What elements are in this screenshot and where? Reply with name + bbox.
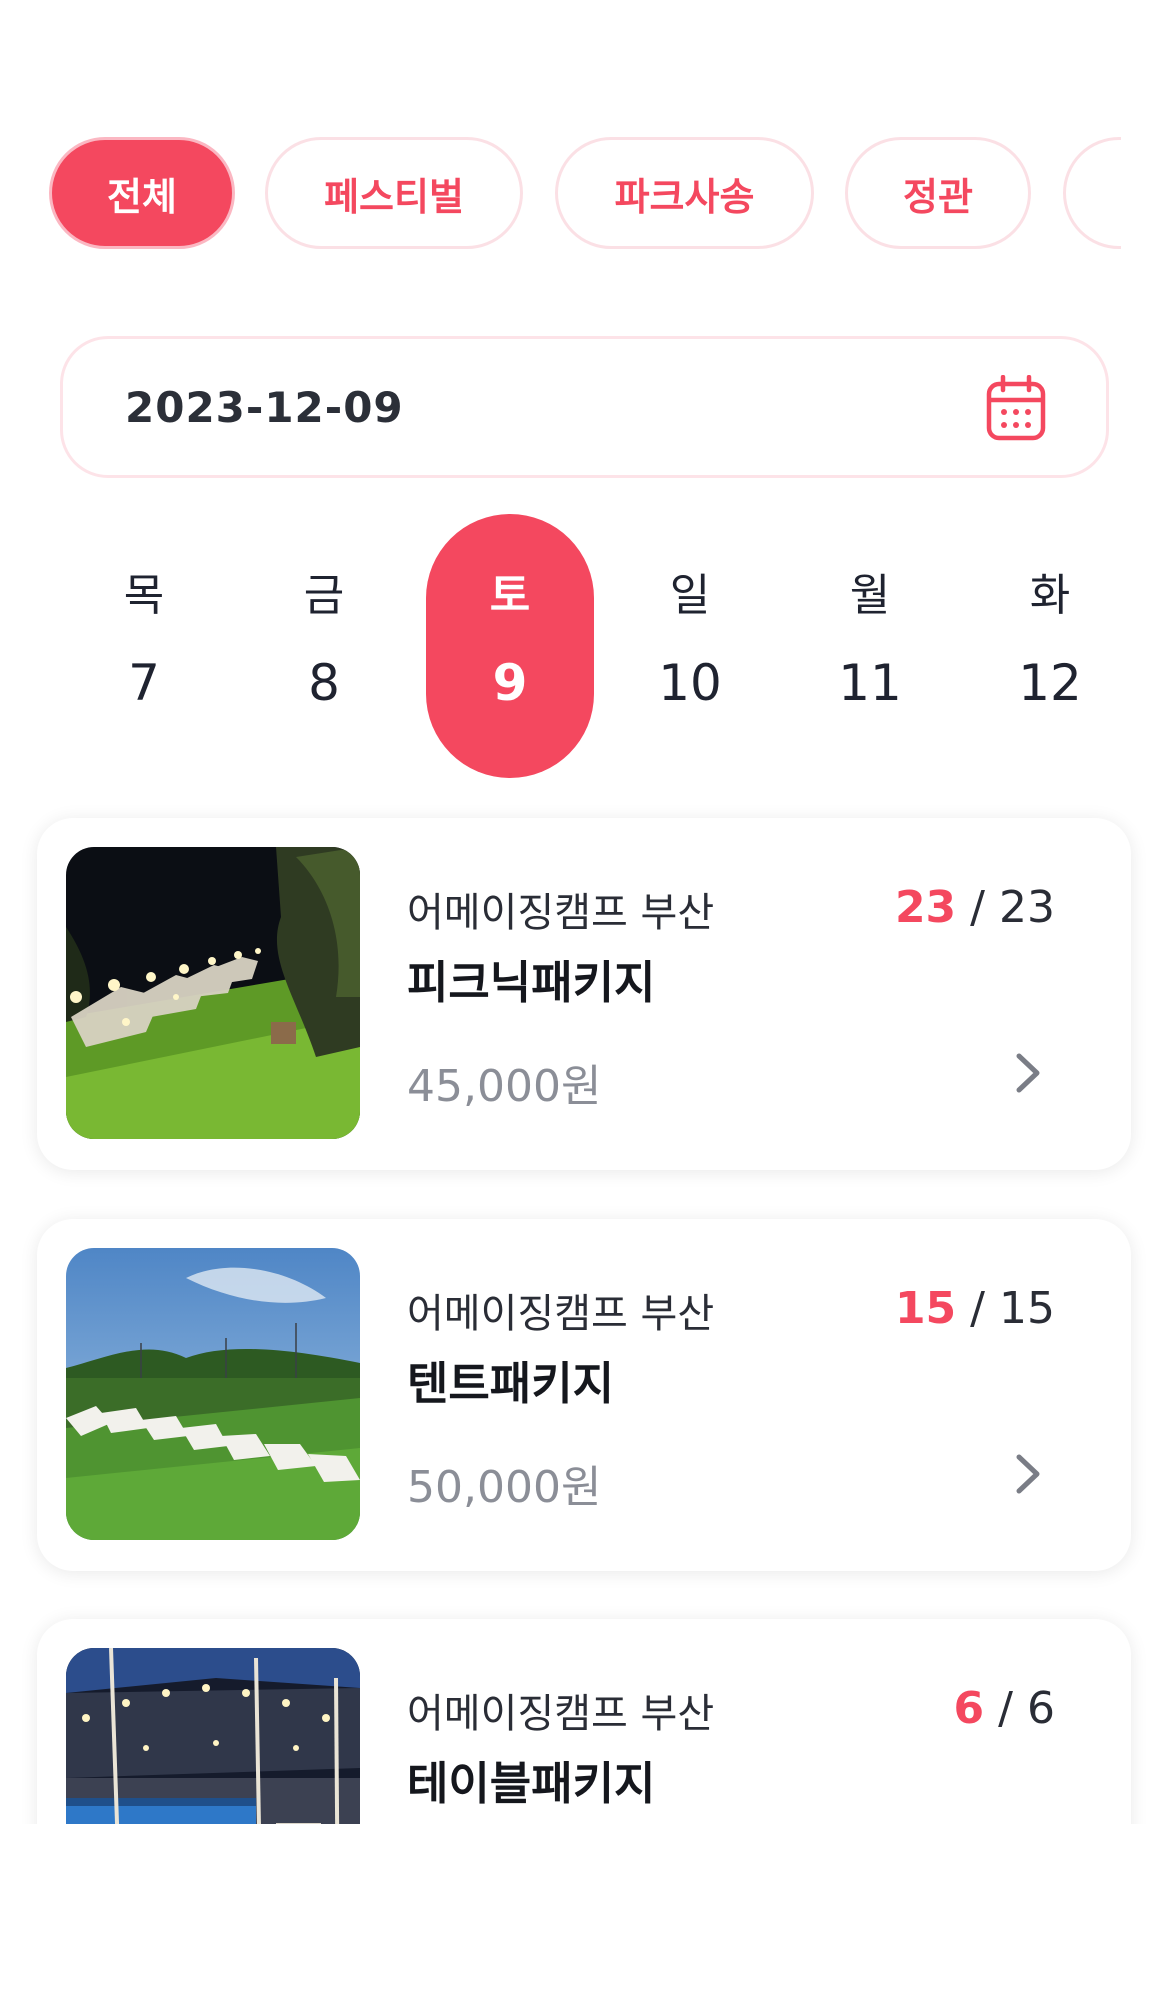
count-separator: /: [998, 1683, 1013, 1734]
day-item-sun[interactable]: 일 10: [606, 514, 774, 778]
product-name: 피크닉패키지: [407, 956, 656, 1009]
category-chip-more[interactable]: [1063, 137, 1121, 249]
product-card[interactable]: 어메이징캠프 부산 텐트패키지 50,000원 15 / 15: [37, 1219, 1131, 1571]
count-separator: /: [970, 882, 985, 933]
available-count: 15: [894, 1283, 957, 1334]
product-venue: 어메이징캠프 부산: [407, 1691, 715, 1737]
category-chip-jeonggwan[interactable]: 정관: [845, 137, 1031, 249]
available-count: 23: [894, 882, 957, 933]
category-chip-festival[interactable]: 페스티벌: [265, 137, 523, 249]
category-chip-parksasong[interactable]: 파크사송: [555, 137, 814, 249]
product-price: 45,000원: [407, 1061, 602, 1112]
total-count: 23: [999, 882, 1055, 933]
calendar-icon[interactable]: [986, 375, 1046, 441]
available-count: 6: [953, 1683, 985, 1734]
weekday-label: 금: [303, 570, 345, 621]
category-chip-label: 전체: [107, 174, 177, 219]
weekday-label: 목: [123, 570, 165, 621]
availability-count: 23 / 23: [895, 882, 1055, 933]
product-name: 테이블패키지: [407, 1757, 656, 1810]
day-item-sat-selected[interactable]: 토 9: [426, 514, 594, 778]
weekday-label: 일: [669, 570, 711, 621]
count-separator: /: [970, 1283, 985, 1334]
weekday-label: 화: [1029, 570, 1071, 621]
day-item-tue[interactable]: 화 12: [966, 514, 1134, 778]
day-number: 12: [1018, 654, 1082, 712]
chevron-right-icon[interactable]: [1013, 1050, 1043, 1096]
category-chip-label: 페스티벌: [324, 174, 464, 219]
day-number: 8: [308, 654, 340, 712]
day-number: 10: [658, 654, 722, 712]
total-count: 6: [1027, 1683, 1055, 1734]
availability-count: 6 / 6: [954, 1683, 1055, 1734]
date-picker-field[interactable]: 2023-12-09: [60, 336, 1109, 478]
day-item-mon[interactable]: 월 11: [786, 514, 954, 778]
bottom-blank-area: [0, 1824, 1170, 1989]
total-count: 15: [999, 1283, 1055, 1334]
day-item-fri[interactable]: 금 8: [240, 514, 408, 778]
availability-count: 15 / 15: [895, 1283, 1055, 1334]
product-venue: 어메이징캠프 부산: [407, 1291, 715, 1337]
week-day-selector: 목 7 금 8 토 9 일 10 월 11 화 12: [60, 514, 1110, 778]
product-thumbnail: [66, 1248, 360, 1540]
day-number: 11: [838, 654, 902, 712]
day-item-thu[interactable]: 목 7: [60, 514, 228, 778]
weekday-label: 토: [489, 570, 531, 621]
category-chip-label: 정관: [903, 174, 973, 219]
category-chip-all[interactable]: 전체: [49, 137, 235, 249]
category-tabs: 전체 페스티벌 파크사송 정관: [49, 137, 1121, 255]
day-number: 9: [492, 654, 528, 712]
product-price: 50,000원: [407, 1462, 602, 1513]
product-card[interactable]: 어메이징캠프 부산 피크닉패키지 45,000원 23 / 23: [37, 818, 1131, 1170]
day-number: 7: [128, 654, 160, 712]
category-chip-label: 파크사송: [614, 174, 755, 219]
weekday-label: 월: [849, 570, 891, 621]
product-thumbnail: [66, 847, 360, 1139]
product-venue: 어메이징캠프 부산: [407, 890, 715, 936]
selected-date: 2023-12-09: [125, 382, 404, 432]
chevron-right-icon[interactable]: [1013, 1451, 1043, 1497]
product-name: 텐트패키지: [407, 1357, 615, 1410]
